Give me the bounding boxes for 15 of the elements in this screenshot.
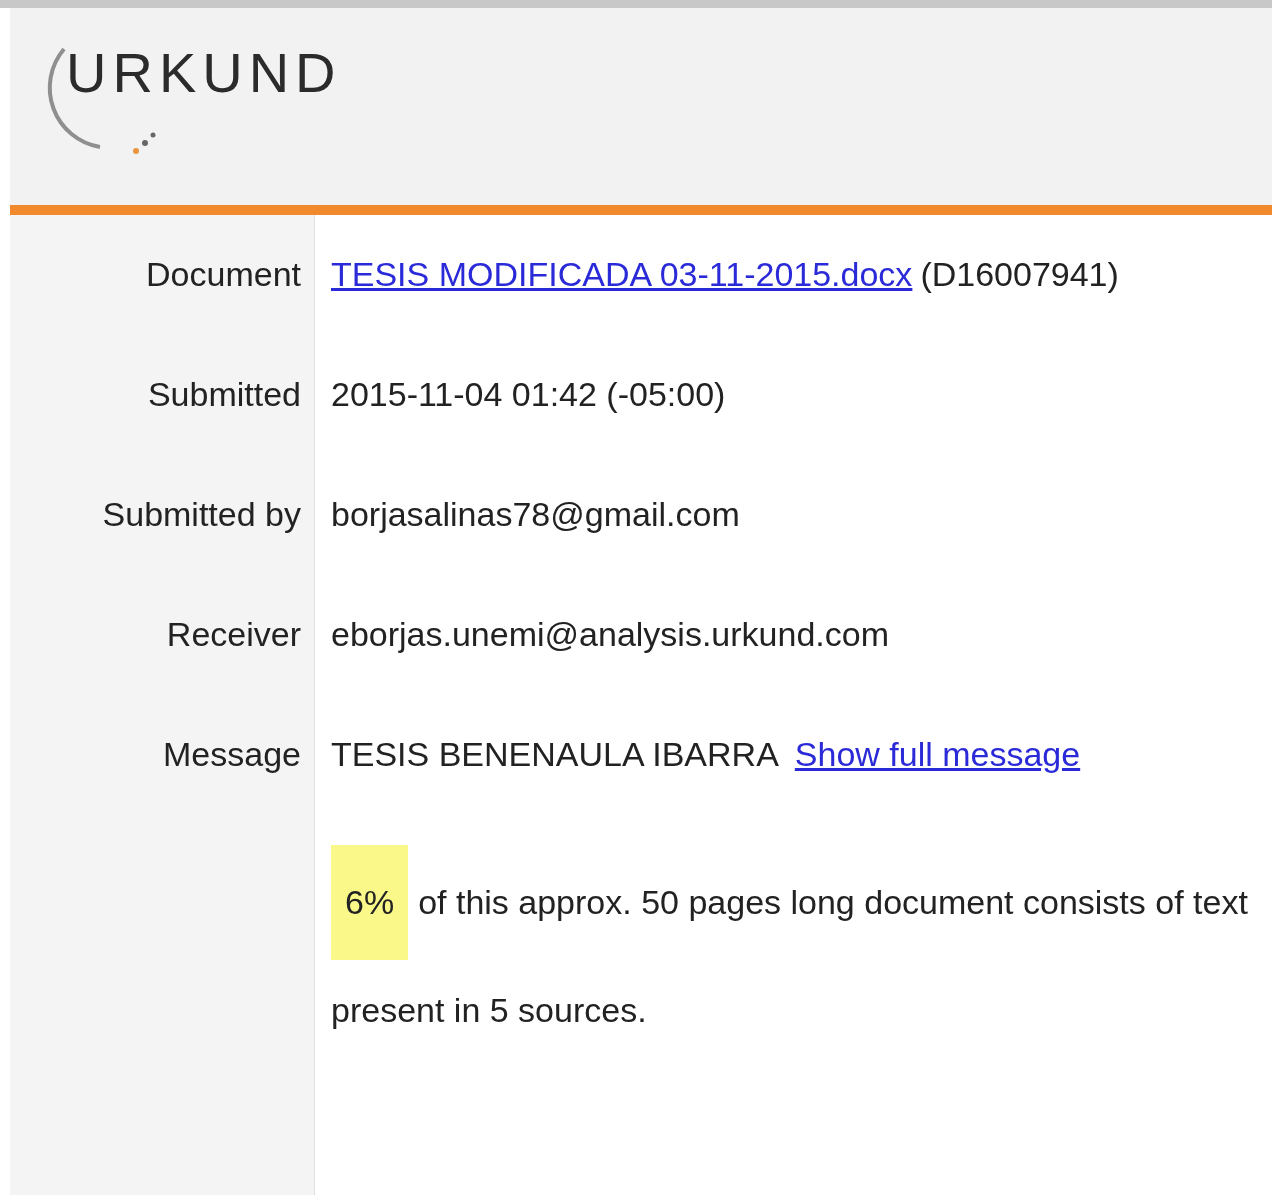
- similarity-summary: 6% of this approx. 50 pages long document consists of text present in 5 sources.: [331, 845, 1266, 1060]
- detail-value: eborjas.unemi@analysis.urkund.com: [331, 615, 889, 653]
- logo-text: URKUND: [66, 44, 342, 101]
- link[interactable]: TESIS MODIFICADA 03-11-2015.docx: [331, 250, 913, 298]
- detail-value: TESIS BENENAULA IBARRA: [331, 734, 779, 775]
- detail-value: borjasalinas78@gmail.com: [331, 495, 740, 533]
- detail-value: 2015-11-04 01:42 (-05:00): [331, 375, 726, 413]
- detail-label: Receiver: [166, 614, 301, 655]
- detail-label: Submitted: [147, 374, 301, 415]
- detail-label: Message: [163, 734, 301, 775]
- detail-label: Submitted by: [102, 494, 301, 535]
- document-id: (D16007941): [920, 254, 1119, 295]
- detail-label: Document: [146, 254, 301, 295]
- similarity-percentage: 6%: [331, 845, 409, 960]
- link[interactable]: Show full message: [794, 730, 1081, 778]
